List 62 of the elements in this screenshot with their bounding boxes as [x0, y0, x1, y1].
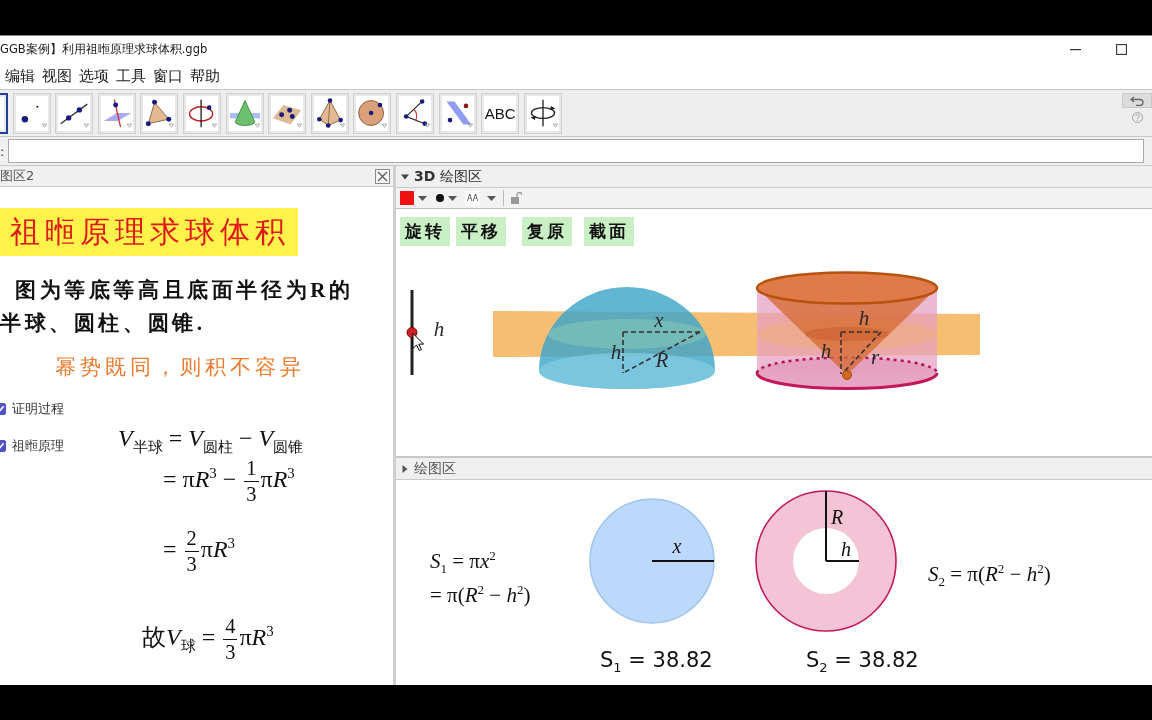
close-icon: [377, 170, 388, 182]
menu-item[interactable]: 编辑: [4, 66, 36, 86]
description-text: 图为等底等高且底面半径为R的: [15, 277, 354, 304]
heading: 祖暅原理求球体积: [0, 208, 298, 256]
math-label: h: [858, 306, 870, 330]
input-field[interactable]: [8, 139, 1144, 163]
math-label: r: [870, 345, 880, 369]
math-label: R: [830, 506, 844, 528]
close-button[interactable]: [375, 168, 390, 184]
expand-triangle-icon[interactable]: [401, 464, 409, 473]
view-title: 绘图区: [414, 459, 456, 478]
menu-item[interactable]: 窗口: [152, 66, 184, 86]
math-label: h: [610, 340, 622, 364]
slider-track[interactable]: [406, 290, 418, 375]
color-swatch-icon: [400, 191, 414, 205]
area-readout: S$_{1}$ = 38.82: [600, 647, 713, 674]
lock-icon[interactable]: [511, 192, 523, 204]
math-label: h: [841, 538, 851, 560]
collapse-triangle-icon[interactable]: [401, 172, 409, 181]
checkbox-label: 证明过程: [12, 400, 64, 418]
panel-title: 图区2: [0, 167, 35, 185]
description-text: 半球、圆柱、圆锥.: [0, 310, 206, 337]
dot-icon: [436, 194, 444, 202]
caret-down-icon: [448, 195, 457, 201]
action-button[interactable]: 截面: [584, 217, 634, 246]
cone-icon: [228, 97, 261, 129]
math-formula: = π(R$^{2}$ − h$^{2}$): [430, 581, 531, 609]
label-style-button[interactable]: AA: [465, 190, 481, 206]
undo-button[interactable]: [1122, 93, 1152, 108]
sphere-icon: [356, 97, 389, 129]
color-button[interactable]: [399, 189, 428, 207]
caret-down-icon: [487, 195, 497, 201]
view-title: 3D 绘图区: [414, 167, 482, 186]
caret-down-icon: [418, 195, 427, 201]
menu-item[interactable]: 工具: [115, 66, 147, 86]
dashed-triangle: [840, 331, 882, 375]
mouse-pointer-icon: [412, 333, 425, 351]
math-label: R: [655, 348, 669, 372]
menu-item[interactable]: 帮助: [189, 66, 221, 86]
tool-button[interactable]: ABC: [481, 92, 520, 134]
action-button[interactable]: 平移: [456, 217, 506, 246]
action-button[interactable]: 旋转: [400, 217, 450, 246]
math-label: x: [672, 535, 682, 557]
area-readout: S$_{2}$ = 38.82: [806, 647, 919, 674]
math-formula: S$_{1}$ = πx$^{2}$: [430, 547, 497, 578]
math-formula: S$_{2}$ = π(R$^{2}$ − h$^{2}$): [928, 560, 1051, 588]
radius-line: [651, 560, 715, 562]
slider-label: h: [433, 317, 445, 341]
checkbox-label: 祖暅原理: [12, 437, 64, 455]
maximize-icon: [1115, 44, 1127, 55]
input-label: :: [0, 143, 6, 159]
minimize-icon: [1069, 48, 1081, 51]
motto-text: 幂势既同，则积不容异: [55, 354, 305, 381]
menu-item[interactable]: 视图: [41, 66, 73, 86]
undo-icon: [1130, 95, 1144, 106]
action-button[interactable]: 复原: [522, 217, 572, 246]
math-label: x: [654, 308, 664, 332]
math-formula: V$_{半球}$ = V$_{圆柱}$ − V$_{圆锥}$: [118, 425, 304, 452]
triangle-icon: [143, 97, 176, 129]
menu-item[interactable]: 选项: [78, 66, 110, 86]
window-title: GGB案例】利用祖暅原理求球体积.ggb: [0, 42, 208, 57]
apex-point: [842, 370, 852, 380]
